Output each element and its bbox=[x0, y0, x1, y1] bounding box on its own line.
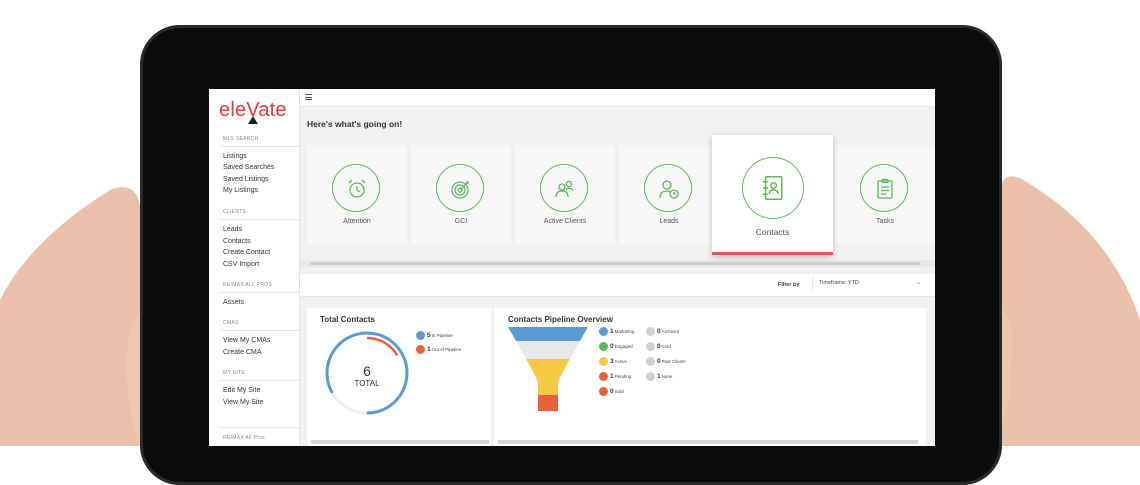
filter-label: Filter by bbox=[778, 282, 800, 288]
sidebar-heading-clients: CLIENTS bbox=[223, 209, 247, 215]
active-indicator bbox=[712, 252, 833, 255]
stage-marketing: 1Marketing bbox=[599, 327, 634, 336]
legend-out-of-pipeline: 1Out of Pipeline bbox=[416, 345, 461, 354]
stage-active: 3Active bbox=[599, 357, 627, 366]
card-contacts[interactable]: Contacts bbox=[712, 135, 833, 255]
app-screen: eleVate MLS SEARCH Listings Saved Search… bbox=[209, 89, 935, 446]
pipeline-panel: Contacts Pipeline Overview 1Marketing 0E… bbox=[494, 308, 926, 446]
sidebar-item-edit-my-site[interactable]: Edit My Site bbox=[223, 387, 260, 394]
stage-past-clients: 0Past Clients bbox=[646, 357, 686, 366]
sidebar-item-contacts[interactable]: Contacts bbox=[223, 238, 251, 245]
chevron-down-icon: ⌄ bbox=[915, 280, 921, 286]
stage-engaged: 0Engaged bbox=[599, 342, 633, 351]
panel-scrollbar[interactable] bbox=[498, 440, 918, 444]
brand-logo: eleVate bbox=[219, 99, 287, 124]
sidebar-item-my-listings[interactable]: My Listings bbox=[223, 187, 258, 194]
stage-sold: 0Sold bbox=[599, 387, 624, 396]
sidebar-item-listings[interactable]: Listings bbox=[223, 153, 247, 160]
pipeline-title: Contacts Pipeline Overview bbox=[508, 315, 613, 324]
sidebar: eleVate MLS SEARCH Listings Saved Search… bbox=[209, 89, 300, 446]
stage-cold: 0Cold bbox=[646, 342, 671, 351]
sidebar-item-saved-searches[interactable]: Saved Searches bbox=[223, 164, 274, 171]
sidebar-item-create-contact[interactable]: Create Contact bbox=[223, 249, 270, 256]
total-label: TOTAL bbox=[354, 379, 380, 388]
timeframe-select[interactable]: Timeframe: YTD ⌄ bbox=[812, 276, 929, 290]
card-label: Attention bbox=[343, 218, 371, 225]
sidebar-heading-remax: RE/MAX ALL PROS bbox=[223, 282, 273, 288]
sidebar-item-view-my-site[interactable]: View My Site bbox=[223, 399, 263, 406]
card-label: Leads bbox=[659, 218, 679, 225]
card-label: GCI bbox=[454, 218, 468, 225]
total-value: 6 bbox=[363, 363, 371, 379]
card-tasks[interactable]: Tasks bbox=[835, 145, 935, 245]
alarm-clock-icon bbox=[348, 179, 366, 198]
total-contacts-panel: Total Contacts 6 TOTAL 5In Pipeline 1Out… bbox=[307, 308, 491, 446]
panel-scrollbar[interactable] bbox=[311, 440, 489, 444]
people-icon bbox=[555, 180, 574, 198]
sidebar-item-csv-import[interactable]: CSV Import bbox=[223, 261, 259, 268]
target-icon bbox=[451, 181, 469, 199]
user-clock-icon bbox=[659, 180, 679, 199]
stage-archived: 0Archived bbox=[646, 327, 679, 336]
sidebar-heading-cmas: CMAS bbox=[223, 320, 239, 326]
clipboard-icon bbox=[877, 178, 893, 199]
contact-book-icon bbox=[763, 176, 783, 200]
sidebar-item-assets[interactable]: Assets bbox=[223, 299, 244, 306]
pipeline-funnel bbox=[508, 327, 588, 411]
stage-none: 1None bbox=[646, 372, 672, 381]
legend-in-pipeline: 5In Pipeline bbox=[416, 331, 453, 340]
card-attention[interactable]: Attention bbox=[307, 145, 407, 245]
total-contacts-title: Total Contacts bbox=[320, 315, 375, 324]
card-active-clients[interactable]: Active Clients bbox=[515, 145, 615, 245]
cards-scrollbar[interactable] bbox=[300, 260, 935, 267]
sidebar-item-view-my-cmas[interactable]: View My CMAs bbox=[223, 337, 270, 344]
hamburger-icon[interactable] bbox=[305, 94, 312, 102]
sidebar-heading-mls-search: MLS SEARCH bbox=[223, 136, 259, 142]
top-bar bbox=[300, 89, 935, 107]
sidebar-footer: RE/MAX All Pros bbox=[223, 435, 266, 441]
sidebar-item-leads[interactable]: Leads bbox=[223, 226, 242, 233]
card-leads[interactable]: Leads bbox=[619, 145, 719, 245]
stage-pending: 1Pending bbox=[599, 372, 631, 381]
page-title: Here's what's going on! bbox=[307, 119, 403, 129]
card-label: Active Clients bbox=[543, 218, 587, 225]
card-label: Contacts bbox=[755, 227, 790, 237]
sidebar-item-create-cma[interactable]: Create CMA bbox=[223, 349, 262, 356]
sidebar-heading-my-site: MY SITE bbox=[223, 370, 246, 376]
card-label: Tasks bbox=[876, 218, 894, 225]
card-gci[interactable]: GCI bbox=[411, 145, 511, 245]
sidebar-item-saved-listings[interactable]: Saved Listings bbox=[223, 176, 269, 183]
